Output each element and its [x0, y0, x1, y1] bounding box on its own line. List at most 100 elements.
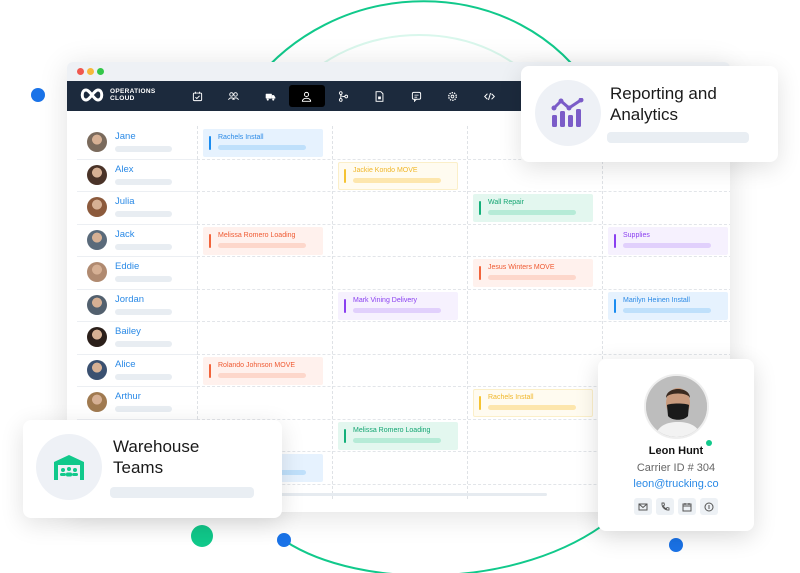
- schedule-event[interactable]: Melissa Romero Loading: [338, 421, 458, 450]
- event-label: Jesus Winters MOVE: [488, 264, 555, 271]
- avatar: [87, 262, 107, 282]
- person-row[interactable]: Bailey: [77, 321, 197, 355]
- person-detail-placeholder: [115, 308, 172, 315]
- avatar: [87, 327, 107, 347]
- minimize-window-button[interactable]: [87, 68, 94, 75]
- profile-email-link[interactable]: leon@trucking.co: [598, 478, 754, 490]
- avatar: [87, 294, 107, 315]
- profile-card: Leon Hunt Carrier ID # 304 leon@trucking…: [598, 359, 754, 531]
- event-color-bar: [479, 201, 481, 215]
- person-row[interactable]: Alex: [77, 159, 197, 192]
- schedule-event[interactable]: Jesus Winters MOVE: [473, 259, 593, 287]
- event-detail-placeholder: [218, 372, 306, 378]
- nav-truck-button[interactable]: [252, 85, 288, 107]
- message-icon: [411, 91, 421, 102]
- person-detail-placeholder: [115, 341, 172, 347]
- person-name[interactable]: Jack: [115, 229, 135, 240]
- person-name[interactable]: Alice: [115, 359, 136, 370]
- close-window-button[interactable]: [77, 68, 84, 75]
- schedule-button[interactable]: [678, 498, 696, 515]
- person-name[interactable]: Arthur: [115, 391, 141, 402]
- profile-avatar: [644, 374, 709, 439]
- nav-user-button[interactable]: [288, 85, 325, 107]
- truck-icon: [265, 93, 275, 101]
- row-divider: [197, 191, 730, 192]
- person-name[interactable]: Jane: [115, 131, 136, 142]
- nav-document-button[interactable]: [362, 85, 398, 107]
- row-divider: [197, 223, 730, 225]
- event-color-bar: [614, 298, 616, 313]
- person-detail-placeholder: [115, 406, 172, 412]
- nav-settings-button[interactable]: [435, 85, 471, 107]
- column-divider: [467, 126, 468, 499]
- event-detail-placeholder: [488, 405, 576, 410]
- title-line1: Warehouse: [113, 437, 200, 456]
- person-name[interactable]: Alex: [115, 164, 133, 175]
- title-line2: Teams: [113, 458, 164, 477]
- person-detail-placeholder: [115, 373, 172, 380]
- event-color-bar: [614, 233, 616, 248]
- event-detail-placeholder: [353, 307, 441, 313]
- email-button[interactable]: [634, 498, 652, 515]
- column-divider: [332, 126, 333, 499]
- green-arc-bottom: [284, 519, 611, 573]
- event-color-bar: [209, 136, 211, 150]
- avatar: [87, 392, 107, 412]
- schedule-event[interactable]: Marilyn Heinen Install: [608, 291, 728, 320]
- event-label: Melissa Romero Loading: [353, 426, 431, 434]
- schedule-event[interactable]: Supplies: [608, 226, 728, 255]
- row-divider: [197, 256, 730, 257]
- profile-name: Leon Hunt: [648, 445, 704, 457]
- person-row[interactable]: Jack: [77, 224, 197, 257]
- event-label: Melissa Romero Loading: [218, 231, 296, 239]
- avatar: [87, 197, 107, 217]
- info-icon: [704, 502, 714, 511]
- schedule-event[interactable]: Mark Vining Delivery: [338, 291, 458, 320]
- warehouse-icon-wrap: [36, 434, 102, 500]
- calendar-icon: [682, 502, 692, 511]
- app-logo[interactable]: OPERATIONS CLOUD: [79, 87, 156, 103]
- schedule-event[interactable]: Rachels Install: [203, 129, 323, 157]
- nav-calendar-check-button[interactable]: [179, 85, 215, 107]
- document-icon: [375, 90, 384, 102]
- person-row[interactable]: Jane: [77, 126, 197, 160]
- person-row[interactable]: Arthur: [77, 386, 197, 420]
- maximize-window-button[interactable]: [97, 68, 104, 75]
- nav-message-button[interactable]: [398, 85, 434, 107]
- nav-code-button[interactable]: [471, 85, 507, 107]
- nav-users-button[interactable]: [216, 85, 252, 107]
- title-line1: Reporting and: [610, 84, 717, 103]
- event-label: Rachels Install: [218, 134, 264, 141]
- person-row[interactable]: Alice: [77, 354, 197, 387]
- event-detail-placeholder: [353, 437, 441, 443]
- nav-workflow-button[interactable]: [325, 85, 361, 107]
- call-button[interactable]: [656, 498, 674, 515]
- warehouse-teams-card[interactable]: Warehouse Teams: [23, 420, 282, 518]
- reporting-card-title: Reporting and Analytics: [610, 83, 717, 125]
- event-color-bar: [344, 428, 346, 443]
- event-detail-placeholder: [353, 177, 441, 183]
- person-name[interactable]: Eddie: [115, 261, 139, 272]
- schedule-event[interactable]: Rachels Install: [473, 389, 593, 417]
- person-name[interactable]: Jordan: [115, 294, 144, 305]
- person-row[interactable]: Eddie: [77, 256, 197, 290]
- event-color-bar: [209, 363, 211, 378]
- schedule-event[interactable]: Melissa Romero Loading: [203, 226, 323, 255]
- event-color-bar: [344, 168, 346, 183]
- person-name[interactable]: Bailey: [115, 326, 141, 337]
- schedule-event[interactable]: Wall Repair: [473, 194, 593, 222]
- event-color-bar: [479, 266, 481, 280]
- person-detail-placeholder: [115, 211, 172, 217]
- schedule-event[interactable]: Rolando Johnson MOVE: [203, 356, 323, 385]
- person-row[interactable]: Julia: [77, 191, 197, 225]
- person-row[interactable]: Jordan: [77, 289, 197, 322]
- person-name[interactable]: Julia: [115, 196, 135, 207]
- reporting-analytics-card[interactable]: Reporting and Analytics: [521, 66, 778, 162]
- warehouse-icon: [54, 455, 84, 480]
- green-dot: [191, 525, 213, 547]
- analytics-chart-icon: [551, 98, 584, 127]
- info-button[interactable]: [700, 498, 718, 515]
- warehouse-card-title: Warehouse Teams: [113, 436, 199, 478]
- event-detail-placeholder: [218, 242, 306, 248]
- schedule-event[interactable]: Jackie Kondo MOVE: [338, 161, 458, 190]
